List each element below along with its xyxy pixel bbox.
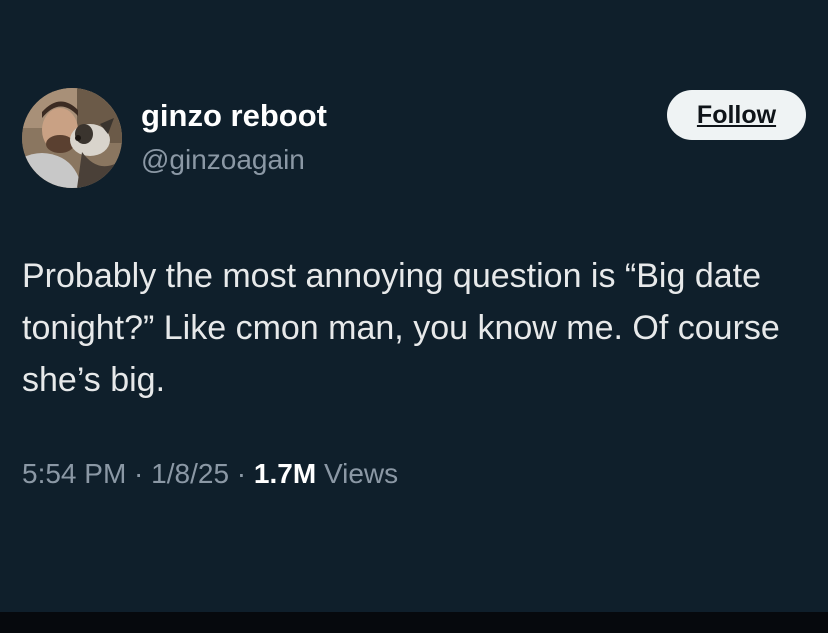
- tweet-text: Probably the most annoying question is “…: [22, 257, 780, 399]
- avatar[interactable]: [22, 88, 122, 188]
- tweet-time[interactable]: 5:54 PM: [22, 458, 126, 489]
- tweet-meta: 5:54 PM · 1/8/25 · 1.7M Views: [22, 458, 398, 490]
- views-label: Views: [316, 458, 399, 489]
- author-display-name[interactable]: ginzo reboot: [141, 98, 327, 134]
- follow-button[interactable]: Follow: [667, 90, 806, 140]
- meta-separator: ·: [126, 458, 152, 489]
- views-count[interactable]: 1.7M: [254, 458, 316, 489]
- avatar-photo-icon: [22, 88, 122, 188]
- bottom-bar: [0, 612, 828, 633]
- tweet-card: ginzo reboot @ginzoagain Follow Probably…: [0, 0, 828, 612]
- tweet-date[interactable]: 1/8/25: [151, 458, 229, 489]
- author-handle[interactable]: @ginzoagain: [141, 144, 305, 176]
- meta-separator: ·: [229, 458, 254, 489]
